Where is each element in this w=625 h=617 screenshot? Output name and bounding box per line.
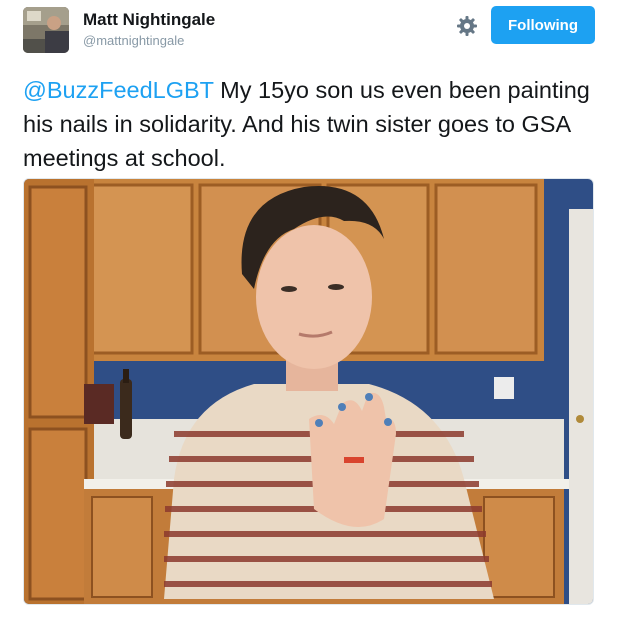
gear-icon[interactable] — [455, 14, 479, 38]
tweet-photo[interactable] — [23, 178, 594, 605]
user-avatar[interactable] — [23, 7, 69, 53]
kitchen-photo-illustration — [24, 179, 593, 604]
mention-link[interactable]: @BuzzFeedLGBT — [23, 77, 214, 103]
tweet-text: @BuzzFeedLGBT My 15yo son us even been p… — [23, 73, 603, 175]
following-button[interactable]: Following — [491, 6, 595, 44]
user-handle[interactable]: @mattnightingale — [83, 33, 184, 48]
user-display-name[interactable]: Matt Nightingale — [83, 10, 215, 30]
